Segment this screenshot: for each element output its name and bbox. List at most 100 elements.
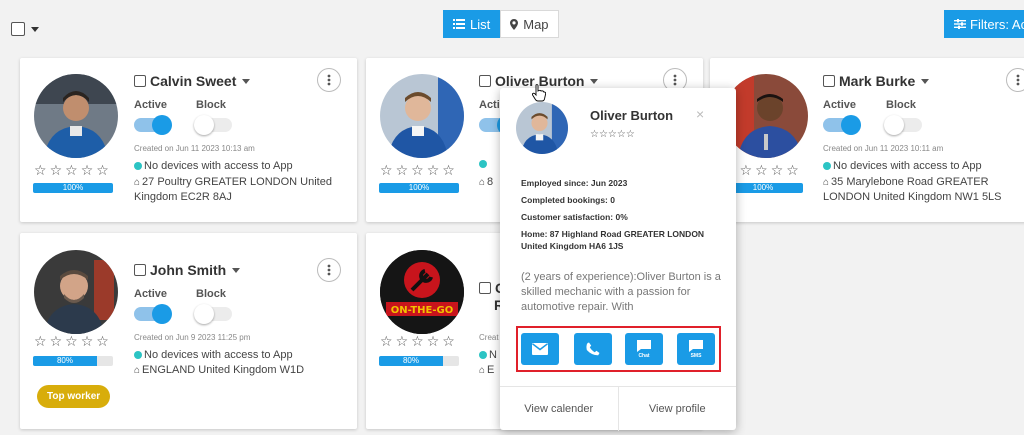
worker-name[interactable]: Calvin Sweet [150, 73, 236, 89]
chevron-down-icon[interactable] [590, 78, 599, 84]
device-status-text: N [489, 349, 497, 361]
popover-footer: View calender View profile [500, 386, 736, 431]
active-label: Acti [479, 99, 500, 111]
sms-button[interactable]: SMS [677, 333, 715, 365]
star-icon: ☆ [411, 333, 424, 349]
popover-name: Oliver Burton [590, 108, 674, 123]
worker-select-checkbox[interactable] [134, 75, 146, 87]
chevron-down-icon[interactable] [242, 78, 251, 84]
select-all[interactable] [11, 22, 39, 36]
device-status: No devices with access to App [823, 160, 982, 172]
view-calendar-button[interactable]: View calender [500, 387, 618, 431]
map-view-button[interactable]: Map [500, 10, 559, 38]
star-icon: ☆ [426, 162, 440, 178]
active-toggle[interactable] [134, 304, 172, 324]
chevron-down-icon[interactable] [232, 267, 241, 273]
worker-select-checkbox[interactable] [479, 282, 491, 294]
progress-bar: 80% [379, 356, 459, 366]
device-status: No devices with access to App [134, 349, 293, 361]
star-icon: ☆ [755, 162, 768, 178]
star-icon: ☆ [380, 162, 393, 178]
active-label: Active [134, 288, 168, 300]
worker-name[interactable]: Mark Burke [839, 73, 915, 89]
home-icon: ⌂ [479, 177, 486, 188]
phone-icon [586, 342, 600, 356]
star-icon: ☆ [34, 333, 47, 349]
star-icon: ☆ [65, 162, 78, 178]
star-icon: ☆ [739, 162, 753, 178]
created-date: Created on Jun 11 2023 10:11 am [823, 144, 944, 153]
toggle-knob [152, 115, 172, 135]
worker-name[interactable]: John Smith [150, 262, 226, 278]
block-label: Block [196, 99, 226, 111]
created-date: Created on Jun 11 2023 10:13 am [134, 144, 255, 153]
list-icon [453, 19, 465, 29]
toggle-knob [884, 115, 904, 135]
view-profile-button[interactable]: View profile [617, 387, 737, 431]
star-icon: ☆ [96, 333, 109, 349]
map-view-label: Map [523, 16, 549, 32]
block-toggle[interactable] [884, 115, 922, 135]
home-address: Home: 87 Highland Road GREATER LONDON Un… [521, 229, 705, 251]
list-view-button[interactable]: List [443, 10, 501, 38]
star-icon: ☆ [770, 162, 784, 178]
phone-button[interactable] [574, 333, 612, 365]
star-icon: ☆ [442, 333, 455, 349]
device-status-dot [134, 162, 142, 170]
star-icon: ☆ [395, 333, 409, 349]
device-status-dot [823, 162, 831, 170]
worker-address: ⌂ 27 Poultry GREATER LONDON United Kingdo… [134, 175, 344, 205]
star-icon: ☆ [380, 333, 393, 349]
more-options-button[interactable] [1006, 68, 1024, 92]
more-vertical-icon [327, 74, 331, 86]
toggle-knob [841, 115, 861, 135]
star-icon: ☆ [65, 333, 78, 349]
worker-avatar: ON-THE-GO [380, 250, 464, 334]
chat-button[interactable]: Chat [625, 333, 663, 365]
filters-button[interactable]: Filters: Act [944, 10, 1024, 38]
address-text: 8 [487, 176, 494, 188]
worker-address: ⌂ 8 [479, 175, 493, 190]
popover-rating-stars: ☆☆☆☆☆ [590, 129, 635, 140]
progress-bar: 100% [379, 183, 459, 193]
hand-cursor-icon [532, 84, 546, 102]
list-view-label: List [470, 16, 491, 32]
close-icon[interactable]: × [696, 106, 704, 122]
worker-address: ⌂ 35 Marylebone Road GREATER LONDON Unite… [823, 175, 1024, 205]
sms-label: SMS [690, 352, 702, 359]
employed-since: Employed since: Jun 2023 [521, 178, 628, 188]
active-toggle[interactable] [134, 115, 172, 135]
device-status-text: No devices with access to App [144, 160, 293, 172]
rating-stars: ☆☆☆☆☆ [380, 333, 455, 350]
device-status [479, 160, 487, 168]
worker-avatar [34, 250, 118, 334]
logo-text: ON-THE-GO [391, 305, 453, 316]
select-all-checkbox[interactable] [11, 22, 25, 36]
worker-name-row: John Smith [134, 262, 241, 278]
worker-card-calvin-sweet[interactable]: ☆ ☆ ☆ ☆ ☆ 100% Calvin Sweet Active Block Cre… [20, 58, 357, 222]
more-options-button[interactable] [317, 258, 341, 282]
worker-select-checkbox[interactable] [823, 75, 835, 87]
worker-card-mark-burke[interactable]: ☆☆☆☆☆ 100% Mark Burke Active Block Creat… [710, 58, 1024, 222]
chevron-down-icon[interactable] [921, 78, 930, 84]
block-toggle[interactable] [194, 304, 232, 324]
home-icon: ⌂ [823, 177, 830, 188]
progress-bar: 100% [33, 183, 113, 193]
block-toggle[interactable] [194, 115, 232, 135]
worker-avatar [724, 74, 808, 158]
active-toggle[interactable] [823, 115, 861, 135]
email-button[interactable] [521, 333, 559, 365]
worker-name-row: Mark Burke [823, 73, 930, 89]
worker-avatar [34, 74, 118, 158]
chat-icon [637, 339, 651, 352]
worker-select-checkbox[interactable] [134, 264, 146, 276]
star-icon: ☆ [49, 333, 63, 349]
popover-avatar [516, 102, 568, 154]
address-text: ENGLAND United Kingdom W1D [142, 364, 305, 376]
select-all-dropdown-icon[interactable] [31, 26, 39, 32]
worker-select-checkbox[interactable] [479, 75, 491, 87]
more-options-button[interactable] [317, 68, 341, 92]
device-status-dot [134, 351, 142, 359]
sms-icon [689, 339, 703, 352]
worker-card-john-smith[interactable]: ☆ ☆ ☆ ☆ ☆ 80% Top worker John Smith Active B… [20, 233, 357, 429]
